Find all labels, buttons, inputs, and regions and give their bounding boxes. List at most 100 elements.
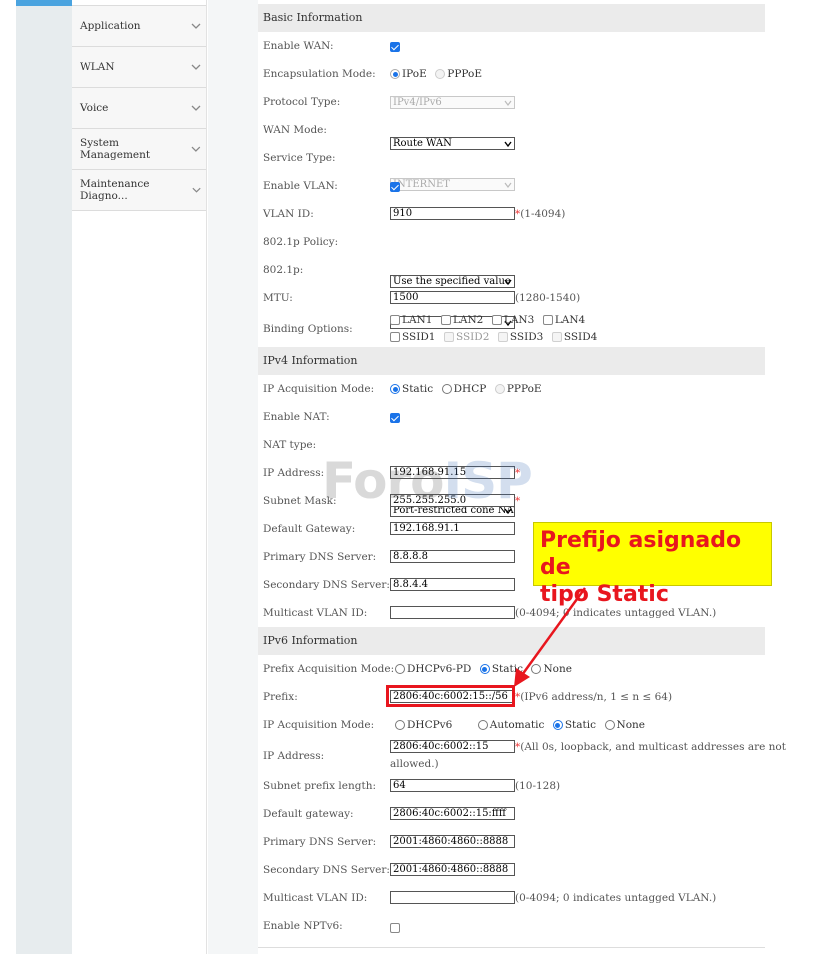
watermark-part2: ISP — [443, 452, 533, 510]
vlan-id-hint: *(1-4094) — [515, 208, 566, 220]
prefix-mode-label: Prefix Acquisition Mode: — [263, 663, 395, 675]
lan4-checkbox[interactable] — [542, 315, 553, 325]
chevron-down-icon — [504, 100, 512, 106]
encapsulation-label: Encapsulation Mode: — [263, 68, 376, 80]
protocol-type-select[interactable]: IPv4/IPv6 — [390, 96, 515, 109]
chevron-down-icon — [504, 182, 512, 188]
lan3-label: LAN3 — [503, 314, 535, 326]
chevron-down-icon — [192, 187, 201, 193]
nav-strip — [16, 0, 72, 954]
chevron-down-icon — [191, 23, 201, 29]
section-ipv6-information: IPv6 Information — [258, 627, 765, 655]
ipv4-dhcp-label: DHCP — [453, 383, 487, 395]
ipv6-acq-mode-label: IP Acquisition Mode: — [263, 719, 375, 731]
wan-mode-label: WAN Mode: — [263, 124, 327, 136]
lan3-checkbox[interactable] — [491, 315, 502, 325]
nptv6-label: Enable NPTv6: — [263, 920, 343, 932]
annotation-line2: tipo Static — [540, 582, 669, 607]
ipv6-mvlan-hint: (0-4094; 0 indicates untagged VLAN.) — [515, 892, 717, 904]
sidebar-item-application[interactable]: Application — [72, 6, 206, 47]
ssid3-label: SSID3 — [509, 331, 544, 343]
sidebar-item-maintenance[interactable]: Maintenance Diagno... — [72, 170, 206, 211]
service-type-select[interactable]: INTERNET — [390, 178, 515, 191]
ipv6-ip-hint-line2: allowed.) — [390, 758, 439, 770]
enable-wan-checkbox[interactable] — [390, 42, 400, 52]
enable-nat-checkbox[interactable] — [390, 413, 400, 423]
ipv4-gateway-label: Default Gateway: — [263, 523, 356, 535]
sidebar-item-label: System Management — [80, 137, 151, 161]
ipv6-dns1-label: Primary DNS Server: — [263, 836, 377, 848]
vlan-id-hint-text: (1-4094) — [520, 208, 566, 220]
binding-options-label: Binding Options: — [263, 323, 353, 335]
ssid3-checkbox[interactable] — [497, 332, 508, 342]
policy-label: 802.1p Policy: — [263, 236, 339, 248]
mtu-label: MTU: — [263, 292, 293, 304]
ipv6-dns2-input[interactable]: 2001:4860:4860::8888 — [390, 863, 515, 876]
ipv6-mvlan-label: Multicast VLAN ID: — [263, 892, 368, 904]
ipv6-dns1-input[interactable]: 2001:4860:4860::8888 — [390, 835, 515, 848]
policy-select[interactable]: Use the specified value — [390, 275, 515, 288]
watermark-part1: Foro — [322, 452, 444, 510]
sidebar-item-label: Application — [80, 20, 141, 32]
service-type-value: INTERNET — [393, 179, 450, 190]
encap-pppoe-radio[interactable] — [435, 69, 446, 79]
ipv4-dhcp-radio[interactable] — [441, 384, 452, 394]
p8021-label: 802.1p: — [263, 264, 304, 276]
panel-bottom-divider — [258, 947, 765, 948]
ipv6-dhcpv6-radio[interactable] — [395, 720, 405, 730]
ipv6-static-radio[interactable] — [552, 720, 563, 730]
ipv6-gateway-label: Default gateway: — [263, 808, 354, 820]
mtu-input[interactable]: 1500 — [390, 291, 515, 304]
annotation-callout: Prefijo asignado de tipo Static — [533, 522, 772, 607]
content-gutter — [208, 0, 258, 954]
ssid1-label: SSID1 — [402, 331, 436, 343]
nptv6-checkbox[interactable] — [390, 923, 400, 933]
ssid1-checkbox[interactable] — [390, 332, 400, 342]
ipv6-mvlan-input[interactable] — [390, 891, 515, 904]
wan-mode-select[interactable]: Route WAN — [390, 137, 515, 150]
active-nav-tab[interactable] — [16, 0, 72, 6]
ipv6-gateway-input[interactable]: 2806:40c:6002::15:ffff — [390, 807, 515, 820]
enable-vlan-checkbox[interactable] — [390, 182, 400, 192]
ssid4-checkbox[interactable] — [551, 332, 562, 342]
enable-wan-label: Enable WAN: — [263, 40, 334, 52]
ipv6-none-radio[interactable] — [604, 720, 615, 730]
sidebar-item-voice[interactable]: Voice — [72, 88, 206, 129]
ssid2-checkbox[interactable] — [443, 332, 454, 342]
prefix-static-radio[interactable] — [479, 664, 490, 674]
protocol-type-value: IPv4/IPv6 — [393, 97, 442, 108]
chevron-down-icon — [191, 146, 201, 152]
ipv4-mvlan-label: Multicast VLAN ID: — [263, 607, 368, 619]
ipv6-ip-label: IP Address: — [263, 750, 325, 762]
prefix-none-radio[interactable] — [531, 664, 542, 674]
lan1-label: LAN1 — [402, 314, 433, 326]
binding-ssid-row: SSID1 SSID2 SSID3 SSID4 — [390, 330, 602, 343]
lan1-checkbox[interactable] — [390, 315, 400, 325]
ipv4-mvlan-input[interactable] — [390, 606, 515, 619]
ipv4-pppoe-radio[interactable] — [494, 384, 505, 394]
ipv6-automatic-radio[interactable] — [477, 720, 488, 730]
ipv6-ip-input[interactable]: 2806:40c:6002::15 — [390, 740, 515, 753]
ipv4-dns1-input[interactable]: 8.8.8.8 — [390, 550, 515, 563]
lan4-label: LAN4 — [554, 314, 586, 326]
vlan-id-input[interactable]: 910 — [390, 207, 515, 220]
sidebar-item-label: Maintenance Diagno... — [80, 178, 150, 202]
lan2-checkbox[interactable] — [440, 315, 451, 325]
ipv4-pppoe-label: PPPoE — [506, 383, 542, 395]
prefix-length-input[interactable]: 64 — [390, 779, 515, 792]
prefix-hint: *(IPv6 address/n, 1 ≤ n ≤ 64) — [515, 691, 673, 703]
prefix-length-hint: (10-128) — [515, 780, 561, 792]
ipv4-dns2-label: Secondary DNS Server: — [263, 579, 390, 591]
ssid4-label: SSID4 — [563, 331, 598, 343]
ipv4-dns2-input[interactable]: 8.8.4.4 — [390, 578, 515, 591]
sidebar-item-wlan[interactable]: WLAN — [72, 47, 206, 88]
vlan-id-label: VLAN ID: — [263, 208, 314, 220]
encap-ipoe-radio[interactable] — [390, 69, 400, 79]
ipv6-static-label: Static — [564, 719, 596, 731]
prefix-dhcpv6pd-radio[interactable] — [395, 664, 405, 674]
lan2-label: LAN2 — [452, 314, 484, 326]
sidebar-item-system-management[interactable]: System Management — [72, 129, 206, 170]
enable-nat-label: Enable NAT: — [263, 411, 330, 423]
ipv4-gateway-input[interactable]: 192.168.91.1 — [390, 522, 515, 535]
ipv4-static-radio[interactable] — [390, 384, 400, 394]
